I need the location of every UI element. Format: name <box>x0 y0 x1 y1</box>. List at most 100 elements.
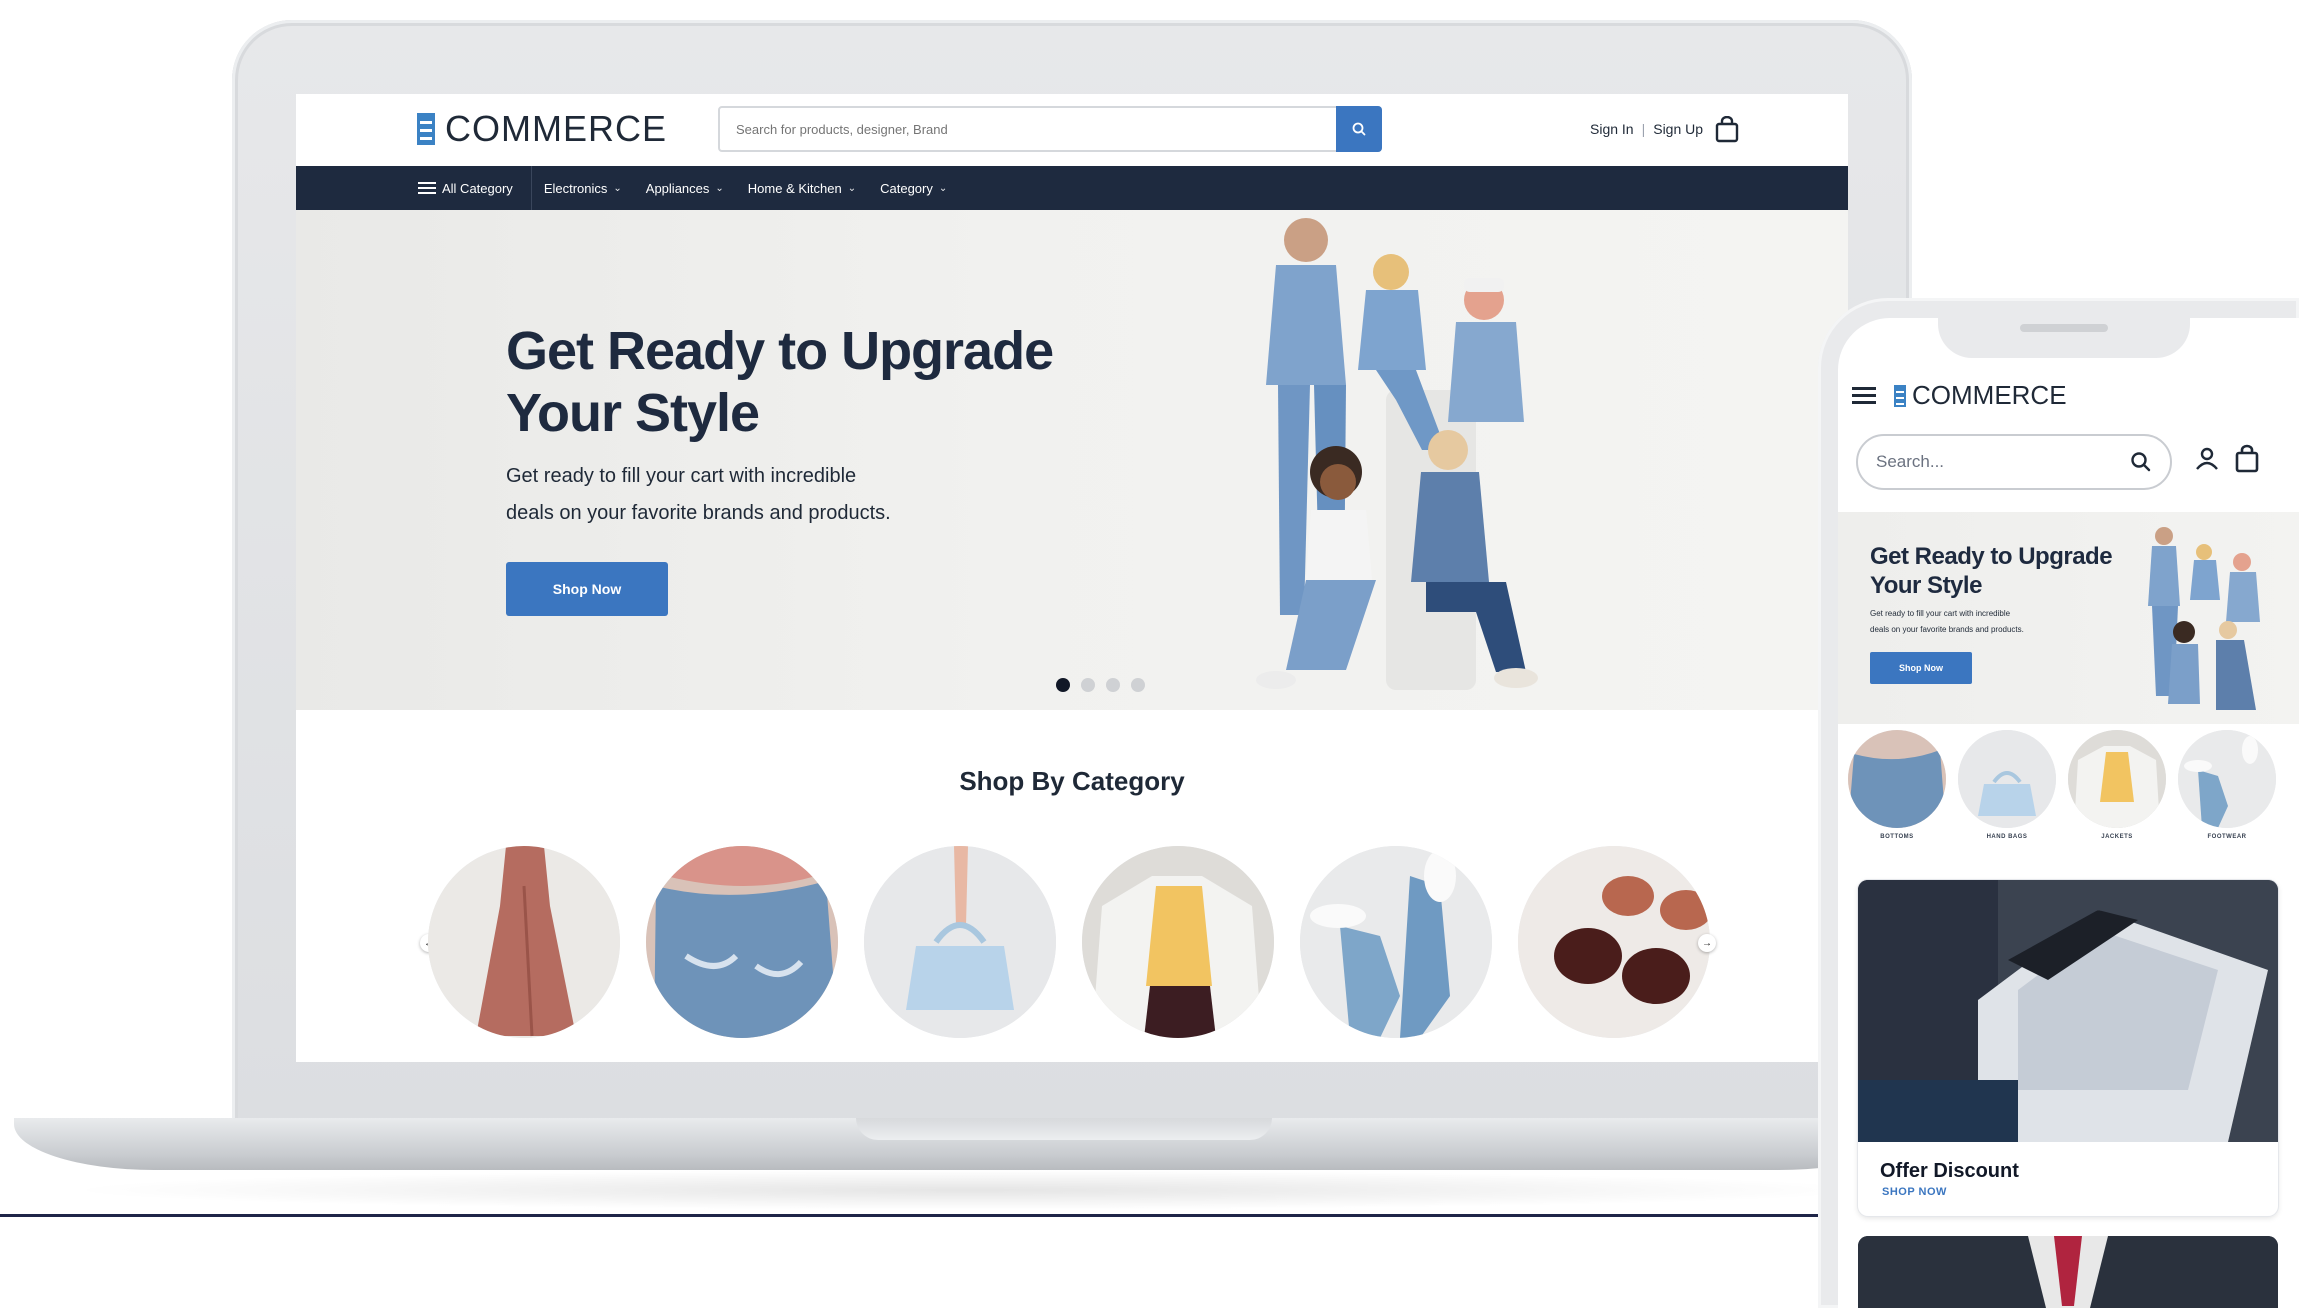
hero-subtitle: Get ready to fill your cart with incredi… <box>1870 606 2090 638</box>
user-icon <box>2196 447 2218 470</box>
carousel-next-button[interactable]: → <box>1698 934 1716 952</box>
category-item-handbag[interactable] <box>864 846 1056 1038</box>
category-carousel <box>428 846 1710 1038</box>
nav-label: Appliances <box>645 180 710 196</box>
offer-card[interactable]: Offer Discount SHOP NOW <box>1858 880 2278 1216</box>
shop-now-button[interactable]: Shop Now <box>1870 652 1972 684</box>
hero-models-image <box>1256 218 1538 690</box>
nav-electronics[interactable]: Electronics ⌄ <box>532 166 634 210</box>
category-item-sneakers[interactable] <box>1300 846 1492 1038</box>
search-icon <box>1352 122 1366 136</box>
nav-label: Home & Kitchen <box>747 180 842 196</box>
category-label: FOOTWEAR <box>2207 834 2247 840</box>
dress-image <box>428 846 620 1038</box>
chevron-down-icon: ⌄ <box>938 182 948 194</box>
sign-in-link[interactable]: Sign In <box>1590 121 1634 137</box>
category-label: BOTTOMS <box>1880 834 1914 840</box>
auth-links: Sign In | Sign Up <box>1590 121 1703 137</box>
hero-banner: Get Ready to Upgrade Your Style Get read… <box>296 210 1848 710</box>
menu-icon[interactable] <box>1852 383 1876 408</box>
laptop-notch <box>856 1118 1272 1140</box>
sign-up-link[interactable]: Sign Up <box>1653 121 1703 137</box>
cart-button[interactable] <box>1714 115 1740 149</box>
offer-title: Offer Discount <box>1880 1160 2019 1182</box>
brand-name: COMMERCE <box>445 108 667 149</box>
shopping-bag-icon <box>1715 115 1739 143</box>
category-item-jackets[interactable]: JACKETS <box>2068 730 2166 840</box>
chevron-down-icon: ⌄ <box>847 182 857 194</box>
search-placeholder: Search... <box>1876 452 1945 471</box>
carousel-dots <box>1056 678 1145 692</box>
sneakers-image <box>1300 846 1492 1038</box>
arrow-right-icon: → <box>1702 937 1712 949</box>
laptop-shadow <box>60 1170 1880 1210</box>
offer-image <box>1858 880 2278 1142</box>
mobile-search-input[interactable]: Search... <box>1856 434 2172 490</box>
category-item-jacket[interactable] <box>1082 846 1274 1038</box>
category-label: HAND BAGS <box>1986 834 2028 840</box>
search-bar <box>718 106 1382 152</box>
search-icon <box>2131 452 2151 472</box>
carousel-dot[interactable] <box>1106 678 1120 692</box>
nav-appliances[interactable]: Appliances ⌄ <box>634 166 736 210</box>
account-button[interactable] <box>2194 446 2220 477</box>
nav-category[interactable]: Category ⌄ <box>868 166 959 210</box>
logo-mark <box>1894 384 1906 407</box>
brand-logo[interactable]: COMMERCE <box>1894 380 2067 411</box>
search-button[interactable] <box>1336 106 1382 152</box>
hero-title-line: Your Style <box>1870 572 1982 599</box>
chevron-down-icon: ⌄ <box>715 182 724 194</box>
mobile-screen: COMMERCE Search... Get Ready to Upgrade … <box>1838 318 2299 1308</box>
jacket-image <box>1082 846 1274 1038</box>
hero-subtitle-line: deals on your favorite brands and produc… <box>1870 625 2024 634</box>
shop-now-button[interactable]: Shop Now <box>506 562 668 616</box>
hero-title-line: Get Ready to Upgrade <box>1870 543 2113 570</box>
auth-separator: | <box>1641 121 1646 137</box>
shopping-bag-icon <box>2235 444 2259 473</box>
search-input[interactable] <box>720 108 1330 150</box>
offer-shop-now-link[interactable]: SHOP NOW <box>1882 1186 1947 1198</box>
hero-title-line: Get Ready to Upgrade <box>506 321 1054 381</box>
handbag-image <box>864 846 1056 1038</box>
main-navigation: All Category Electronics ⌄ Appliances ⌄ … <box>296 166 1848 210</box>
hero-subtitle-line: Get ready to fill your cart with incredi… <box>1870 609 2011 618</box>
desktop-screen: COMMERCE Sign In | Sign Up <box>296 94 1848 1062</box>
hero-models-image <box>2148 527 2260 710</box>
brand-logo[interactable]: COMMERCE <box>417 108 667 150</box>
category-image <box>2178 730 2276 828</box>
nav-label: Category <box>880 180 933 196</box>
phone-speaker <box>2020 324 2108 332</box>
carousel-dot[interactable] <box>1056 678 1070 692</box>
sunglasses-image <box>1518 846 1710 1038</box>
category-image <box>1848 730 1946 828</box>
jeans-image <box>646 846 838 1038</box>
menu-icon <box>418 179 436 197</box>
nav-home-kitchen[interactable]: Home & Kitchen ⌄ <box>736 166 868 210</box>
category-item-bottoms[interactable]: BOTTOMS <box>1848 730 1946 840</box>
cart-button[interactable] <box>2234 444 2260 479</box>
mobile-category-row: BOTTOMS HAND BAGS JACKETS FOOTWEAR <box>1848 730 2276 840</box>
nav-label: All Category <box>442 180 513 196</box>
category-item-sunglasses[interactable] <box>1518 846 1710 1038</box>
category-label: JACKETS <box>2101 834 2133 840</box>
logo-mark <box>417 113 435 145</box>
hero-title: Get Ready to Upgrade Your Style <box>506 320 1054 444</box>
carousel-dot[interactable] <box>1131 678 1145 692</box>
mobile-header: COMMERCE <box>1852 380 2067 411</box>
category-item-dress[interactable] <box>428 846 620 1038</box>
brand-name: COMMERCE <box>1912 380 2067 410</box>
hero-title: Get Ready to Upgrade Your Style <box>1870 542 2113 600</box>
nav-all-category[interactable]: All Category <box>406 166 532 210</box>
site-header: COMMERCE Sign In | Sign Up <box>296 94 1848 166</box>
offer-image <box>1858 1236 2278 1308</box>
hero-subtitle-line: Get ready to fill your cart with incredi… <box>506 465 857 487</box>
mobile-hero-banner: Get Ready to Upgrade Your Style Get read… <box>1838 512 2299 724</box>
chevron-down-icon: ⌄ <box>613 182 622 194</box>
category-item-hand-bags[interactable]: HAND BAGS <box>1958 730 2056 840</box>
category-item-jeans[interactable] <box>646 846 838 1038</box>
category-item-footwear[interactable]: FOOTWEAR <box>2178 730 2276 840</box>
category-image <box>2068 730 2166 828</box>
divider-line <box>0 1214 1818 1217</box>
carousel-dot[interactable] <box>1081 678 1095 692</box>
next-offer-card[interactable] <box>1858 1236 2278 1308</box>
